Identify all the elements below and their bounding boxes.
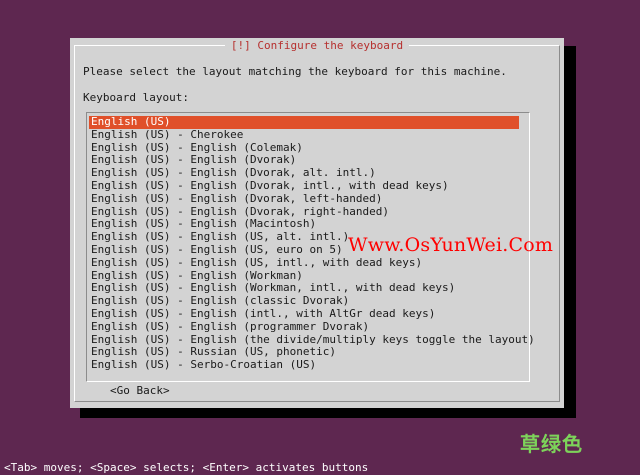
dialog-prompt: Please select the layout matching the ke…: [83, 65, 507, 78]
layout-option-selected[interactable]: English (US): [89, 115, 519, 129]
layout-option[interactable]: English (US) - Serbo-Croatian (US): [89, 358, 519, 372]
go-back-button[interactable]: <Go Back>: [110, 384, 170, 398]
layout-option[interactable]: English (US) - Cherokee: [89, 128, 519, 142]
layout-option[interactable]: English (US) - English (Dvorak, left-han…: [89, 192, 519, 206]
layout-option[interactable]: English (US) - English (US, intl., with …: [89, 256, 519, 270]
keyboard-layout-label: Keyboard layout:: [83, 91, 189, 104]
configure-keyboard-dialog: [!] Configure the keyboard Please select…: [70, 38, 564, 408]
dialog-title: [!] Configure the keyboard: [70, 39, 564, 53]
site-logo: 草绿色: [520, 432, 583, 456]
layout-option[interactable]: English (US) - English (programmer Dvora…: [89, 320, 519, 334]
dialog-title-text: [!] Configure the keyboard: [224, 39, 410, 52]
layout-option[interactable]: English (US) - English (Dvorak, intl., w…: [89, 179, 519, 193]
watermark-text: Www.OsYunWei.Com: [348, 234, 554, 256]
layout-option[interactable]: English (US) - English (intl., with AltG…: [89, 307, 519, 321]
installer-screen: { "dialog": { "title": "[!] Configure th…: [0, 0, 640, 475]
keyboard-hint-bar: <Tab> moves; <Space> selects; <Enter> ac…: [4, 461, 369, 474]
